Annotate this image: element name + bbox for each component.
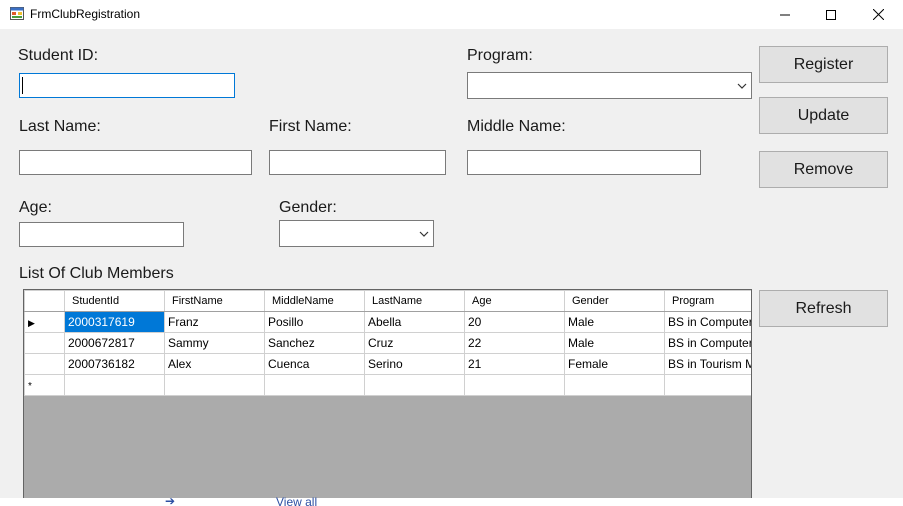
maximize-icon — [826, 9, 836, 20]
grid-cell[interactable]: Alex — [164, 353, 265, 375]
column-header[interactable]: Age — [464, 290, 565, 312]
grid-cell[interactable]: Abella — [364, 311, 465, 333]
title-bar[interactable]: FrmClubRegistration — [0, 0, 903, 29]
grid-cell[interactable] — [64, 374, 165, 396]
grid-cell[interactable]: 22 — [464, 332, 565, 354]
club-registration-window: FrmClubRegistration Student ID: Program:… — [0, 0, 903, 506]
age-field[interactable] — [19, 222, 184, 247]
last-name-label: Last Name: — [19, 118, 101, 135]
last-name-field[interactable] — [19, 150, 252, 175]
column-header[interactable]: Program — [664, 290, 751, 312]
grid-cell[interactable]: Cuenca — [264, 353, 365, 375]
middle-name-field[interactable] — [467, 150, 701, 175]
new-row[interactable]: * — [24, 374, 751, 396]
table-row[interactable]: ▶ 2000317619 Franz Posillo Abella 20 Mal… — [24, 311, 751, 333]
column-header[interactable]: LastName — [364, 290, 465, 312]
grid-cell[interactable] — [464, 374, 565, 396]
table-row[interactable]: 2000672817 Sammy Sanchez Cruz 22 Male BS… — [24, 332, 751, 354]
column-header[interactable]: FirstName — [164, 290, 265, 312]
register-button[interactable]: Register — [759, 46, 888, 83]
grid-cell-selected[interactable]: 2000317619 — [64, 311, 165, 333]
grid-cell[interactable]: 2000736182 — [64, 353, 165, 375]
chevron-down-icon — [419, 231, 429, 237]
app-form-icon — [10, 7, 24, 20]
new-row-header[interactable]: * — [24, 374, 65, 396]
middle-name-label: Middle Name: — [467, 118, 566, 135]
minimize-icon — [780, 14, 790, 15]
column-header[interactable]: StudentId — [64, 290, 165, 312]
row-header[interactable] — [24, 332, 65, 354]
grid-cell[interactable]: BS in Computer S — [664, 311, 751, 333]
grid-cell[interactable] — [564, 374, 665, 396]
grid-header-row: StudentId FirstName MiddleName LastName … — [24, 290, 751, 312]
student-id-label: Student ID: — [18, 47, 99, 64]
grid-cell[interactable]: Franz — [164, 311, 265, 333]
background-app-strip — [0, 498, 903, 506]
grid-cell[interactable]: 21 — [464, 353, 565, 375]
grid-cell[interactable]: Female — [564, 353, 665, 375]
window-title: FrmClubRegistration — [30, 7, 141, 21]
gender-dropdown[interactable] — [279, 220, 434, 247]
new-row-asterisk-icon: * — [28, 381, 32, 392]
chevron-down-icon — [737, 83, 747, 89]
grid-cell[interactable]: BS in Computer S — [664, 332, 751, 354]
view-all-link[interactable]: View all — [276, 495, 317, 506]
close-button[interactable] — [855, 0, 901, 29]
club-members-list-label: List Of Club Members — [19, 265, 174, 282]
grid-cell[interactable]: 20 — [464, 311, 565, 333]
grid-cell[interactable]: 2000672817 — [64, 332, 165, 354]
grid-cell[interactable] — [364, 374, 465, 396]
club-members-grid[interactable]: StudentId FirstName MiddleName LastName … — [23, 289, 752, 506]
row-header-current-indicator[interactable]: ▶ — [24, 311, 65, 333]
age-label: Age: — [19, 199, 52, 216]
refresh-button[interactable]: Refresh — [759, 290, 888, 327]
grid-cell[interactable] — [264, 374, 365, 396]
grid-cell[interactable]: Male — [564, 311, 665, 333]
remove-button[interactable]: Remove — [759, 151, 888, 188]
grid-cell[interactable]: BS in Tourism Ma — [664, 353, 751, 375]
update-button[interactable]: Update — [759, 97, 888, 134]
column-header[interactable]: Gender — [564, 290, 665, 312]
grid-cell[interactable]: Serino — [364, 353, 465, 375]
arrow-icon: ➔ — [165, 494, 176, 506]
grid-cell[interactable] — [164, 374, 265, 396]
program-dropdown[interactable] — [467, 72, 752, 99]
members-table: StudentId FirstName MiddleName LastName … — [24, 290, 751, 396]
close-icon — [872, 9, 884, 20]
first-name-field[interactable] — [269, 150, 446, 175]
first-name-label: First Name: — [269, 118, 352, 135]
grid-cell[interactable] — [664, 374, 751, 396]
column-header[interactable]: MiddleName — [264, 290, 365, 312]
gender-label: Gender: — [279, 199, 337, 216]
row-header[interactable] — [24, 353, 65, 375]
grid-cell[interactable]: Posillo — [264, 311, 365, 333]
minimize-button[interactable] — [762, 0, 808, 29]
table-row[interactable]: 2000736182 Alex Cuenca Serino 21 Female … — [24, 353, 751, 375]
maximize-button[interactable] — [808, 0, 854, 29]
program-label: Program: — [467, 47, 533, 64]
grid-cell[interactable]: Sammy — [164, 332, 265, 354]
grid-cell[interactable]: Male — [564, 332, 665, 354]
grid-cell[interactable]: Cruz — [364, 332, 465, 354]
text-caret — [22, 77, 23, 94]
student-id-field[interactable] — [19, 73, 235, 98]
current-row-arrow-icon: ▶ — [28, 318, 35, 328]
grid-corner-cell[interactable] — [24, 290, 65, 312]
grid-cell[interactable]: Sanchez — [264, 332, 365, 354]
